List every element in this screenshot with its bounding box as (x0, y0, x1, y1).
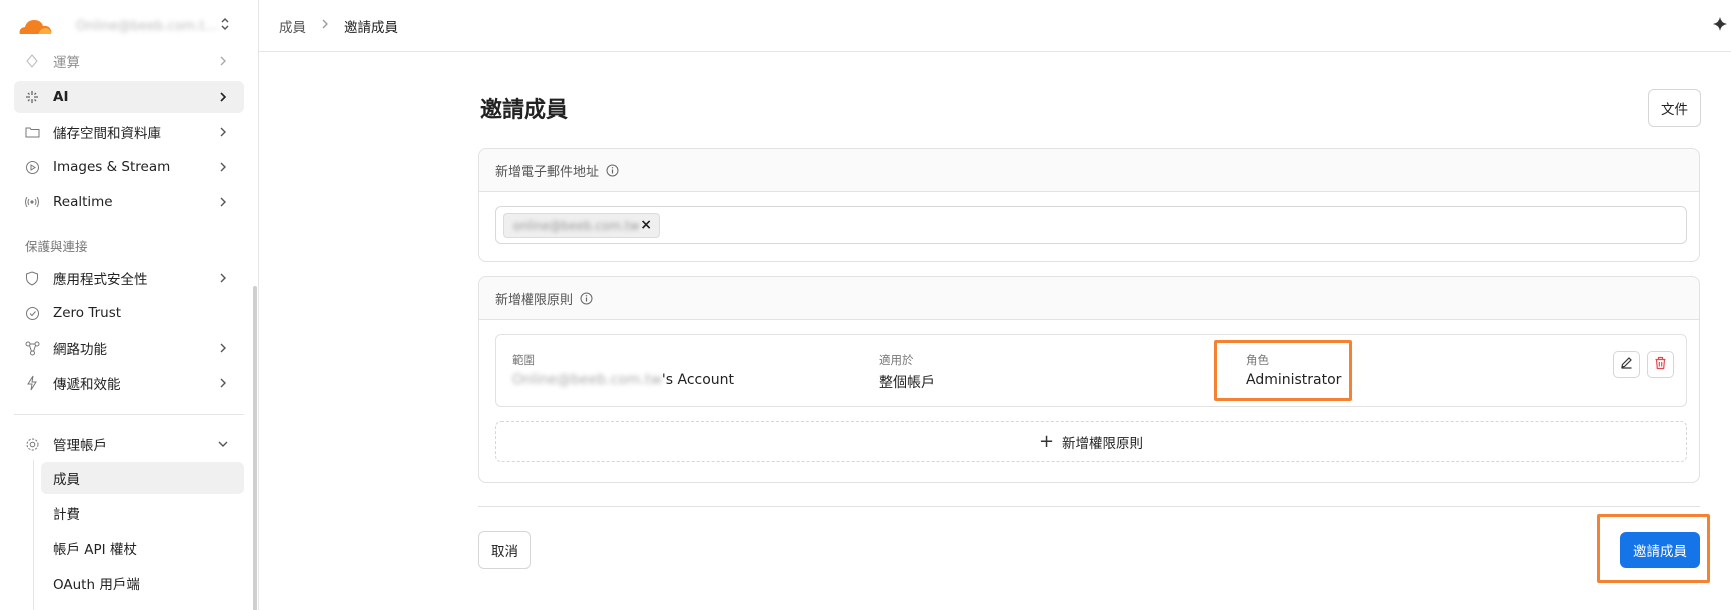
sidebar-scrollbar[interactable] (253, 286, 257, 610)
docs-button[interactable]: 文件 (1648, 89, 1701, 127)
email-chip-value: online@beeb.com.tw (513, 219, 640, 233)
info-icon[interactable] (580, 292, 593, 305)
sidebar-item-compute[interactable]: 運算 (14, 45, 244, 77)
compute-icon (24, 53, 40, 69)
email-input[interactable]: online@beeb.com.tw × (495, 206, 1687, 244)
info-icon[interactable] (606, 164, 619, 177)
sidebar-divider (14, 414, 244, 415)
sidebar-item-zero-trust[interactable]: Zero Trust (14, 297, 244, 329)
chevron-right-icon (216, 160, 230, 174)
sidebar-item-storage[interactable]: 儲存空間和資料庫 (14, 116, 244, 148)
sidebar-subitem-api-tokens[interactable]: 帳戶 API 權杖 (41, 532, 244, 564)
chevron-right-icon (216, 90, 230, 104)
sidebar-item-label: Images & Stream (53, 159, 171, 175)
bolt-icon (24, 375, 40, 391)
scope-account-email: Online@beeb.com.tw (512, 372, 662, 388)
sidebar-subitem-members[interactable]: 成員 (41, 462, 244, 494)
ai-sparkle-icon (24, 89, 40, 105)
sidebar-item-label: 運算 (53, 55, 80, 71)
cloudflare-logo (16, 15, 54, 37)
chevron-right-icon (216, 195, 230, 209)
network-icon (24, 340, 40, 356)
sidebar-item-network[interactable]: 網路功能 (14, 332, 244, 364)
policy-section-header: 新增權限原則 (479, 277, 1699, 319)
sidebar-subitem-label: OAuth 用戶端 (53, 577, 140, 593)
chevron-right-icon (216, 125, 230, 139)
policy-row: 範圍 Online@beeb.com.tw's Account 適用於 整個帳戶… (495, 334, 1687, 407)
remove-email-icon[interactable]: × (640, 217, 652, 233)
plus-icon: + (1038, 430, 1055, 452)
chevron-updown-icon[interactable] (218, 14, 232, 34)
chevron-right-icon (216, 341, 230, 355)
delete-policy-button[interactable] (1647, 351, 1674, 378)
cancel-button[interactable]: 取消 (478, 531, 531, 569)
sidebar-item-label: Zero Trust (53, 305, 122, 321)
sidebar-item-label: 網路功能 (53, 342, 107, 358)
applies-to-value: 整個帳戶 (879, 375, 935, 391)
folder-icon (24, 124, 40, 140)
sidebar-item-delivery[interactable]: 傳遞和效能 (14, 367, 244, 399)
sidebar-item-realtime[interactable]: Realtime (14, 186, 244, 218)
sidebar-item-label: Realtime (53, 194, 113, 210)
sidebar-item-images-stream[interactable]: Images & Stream (14, 151, 244, 183)
sidebar-subitem-billing[interactable]: 計費 (41, 497, 244, 529)
email-section-body: online@beeb.com.tw × (479, 191, 1699, 261)
sidebar-subitem-label: 計費 (53, 507, 80, 523)
sidebar-subitem-oauth-clients[interactable]: OAuth 用戶端 (41, 567, 244, 599)
email-chip: online@beeb.com.tw × (503, 213, 660, 238)
applies-to-label: 適用於 (879, 353, 914, 367)
chevron-right-icon (216, 54, 230, 68)
chevron-right-icon (216, 376, 230, 390)
chevron-right-icon (216, 271, 230, 285)
breadcrumb: 成員 邀請成員 (279, 16, 398, 36)
email-section-title: 新增電子郵件地址 (495, 164, 600, 180)
trash-icon (1654, 356, 1667, 374)
pencil-icon (1620, 356, 1633, 373)
shield-icon (24, 270, 40, 286)
sidebar-section-label: 保護與連接 (25, 239, 88, 254)
policy-section-card: 新增權限原則 範圍 Online@beeb.com.tw's Account 適… (478, 276, 1700, 483)
add-policy-label: 新增權限原則 (1062, 435, 1144, 452)
scope-account-suffix: 's Account (661, 372, 735, 388)
ai-assistant-icon[interactable] (1711, 14, 1729, 34)
breadcrumb-members-link[interactable]: 成員 (279, 16, 306, 36)
chevron-right-icon (320, 18, 330, 33)
role-highlight-annotation (1214, 340, 1352, 401)
scope-label: 範圍 (512, 353, 535, 367)
sidebar-item-app-security[interactable]: 應用程式安全性 (14, 262, 244, 294)
sidebar-item-label: 管理帳戶 (53, 438, 107, 454)
zero-trust-icon (24, 305, 40, 321)
add-policy-button[interactable]: + 新增權限原則 (495, 421, 1687, 462)
policy-section-title: 新增權限原則 (495, 292, 574, 308)
scope-value: Online@beeb.com.tw's Account (512, 372, 734, 388)
email-section-card: 新增電子郵件地址 online@beeb.com.tw × (478, 148, 1700, 262)
policy-section-body: 範圍 Online@beeb.com.tw's Account 適用於 整個帳戶… (479, 319, 1699, 482)
sidebar-item-label: 應用程式安全性 (53, 272, 148, 288)
sidebar-subitem-label: 帳戶 API 權杖 (53, 542, 137, 558)
sidebar-item-label: AI (53, 89, 69, 105)
email-section-header: 新增電子郵件地址 (479, 149, 1699, 191)
play-icon (24, 159, 40, 175)
sidebar-item-manage-account[interactable]: 管理帳戶 (14, 428, 244, 460)
submenu-guide-line (33, 460, 34, 610)
top-bar: 成員 邀請成員 (259, 0, 1731, 52)
sidebar: Online@beeb.com.t... 運算 AI 儲存空間和資料庫 Imag… (0, 0, 259, 610)
chevron-down-icon (216, 437, 230, 451)
page-title: 邀請成員 (480, 98, 569, 123)
sidebar-item-ai[interactable]: AI (14, 81, 244, 113)
edit-policy-button[interactable] (1613, 351, 1640, 378)
gear-icon (24, 436, 40, 452)
footer-divider (478, 506, 1700, 507)
sidebar-subitem-label: 成員 (53, 472, 80, 488)
broadcast-icon (24, 194, 40, 210)
invite-highlight-annotation (1597, 514, 1710, 583)
sidebar-item-label: 傳遞和效能 (53, 377, 121, 393)
sidebar-item-label: 儲存空間和資料庫 (53, 126, 161, 142)
account-name: Online@beeb.com.t... (76, 19, 216, 33)
breadcrumb-current: 邀請成員 (344, 19, 398, 36)
